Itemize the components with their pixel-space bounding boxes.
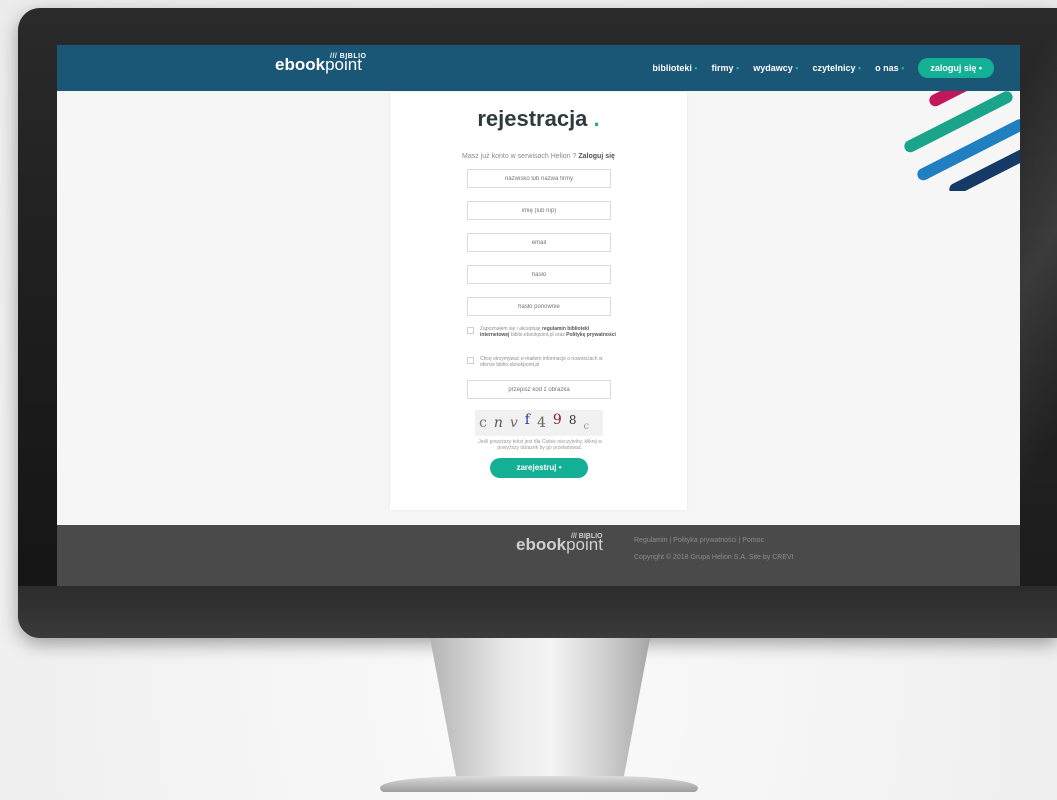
captcha-note: Jeśli powyższy tekst jest dla Ciebie nie… [478, 439, 602, 451]
firstname-input[interactable] [467, 201, 611, 220]
footer-logo[interactable]: /// BIBLIO ebookpoint [516, 533, 603, 555]
main-nav: biblioteki • firmy • wydawcy • czytelnic… [652, 57, 994, 79]
footer: /// BIBLIO ebookpoint Regulamin | Polity… [57, 525, 1020, 586]
email-input[interactable] [467, 233, 611, 252]
login-link[interactable]: Zaloguj się [578, 153, 615, 160]
captcha-input[interactable] [467, 380, 611, 399]
ebookpoint-logo[interactable]: /// BIBLIO ebookpoint [275, 53, 366, 75]
login-button[interactable]: zaloguj się • [918, 58, 994, 78]
registration-card: rejestracja . Masz już konto w serwisach… [390, 92, 687, 510]
footer-links[interactable]: Regulamin | Polityka prywatności | Pomoc [634, 537, 764, 544]
nav-item-biblioteki[interactable]: biblioteki • [652, 63, 697, 73]
stripe-teal [902, 91, 1015, 155]
existing-account-text: Masz już konto w serwisach Helion ? Zalo… [462, 153, 615, 160]
nav-item-firmy[interactable]: firmy • [712, 63, 740, 73]
logo-bold-text: ebook [275, 55, 326, 74]
screen: /// BIBLIO ebookpoint biblioteki • firmy… [57, 45, 1020, 586]
nav-item-czytelnicy[interactable]: czytelnicy • [812, 63, 861, 73]
newsletter-consent-row: Chcę otrzymywać e-mailem informacje o no… [467, 356, 617, 368]
terms-checkbox[interactable] [467, 327, 474, 334]
footer-copyright: Copyright © 2018 Grupa Helion S.A. Site … [634, 554, 794, 561]
stripe-blue [915, 117, 1020, 183]
newsletter-consent-text: Chcę otrzymywać e-mailem informacje o no… [480, 356, 603, 368]
privacy-link[interactable]: Politykę prywatności [566, 332, 616, 338]
monitor-stand-base [380, 776, 698, 792]
page-title: rejestracja . [477, 106, 600, 131]
surname-input[interactable] [467, 169, 611, 188]
newsletter-checkbox[interactable] [467, 357, 474, 364]
footer-logo-bold-text: ebook [516, 535, 567, 554]
monitor-chin [18, 586, 1057, 638]
register-button[interactable]: zarejestruj • [490, 458, 588, 478]
password-input[interactable] [467, 265, 611, 284]
footer-logo-biblio-text: /// BIBLIO [571, 533, 603, 540]
top-navigation-bar: /// BIBLIO ebookpoint biblioteki • firmy… [57, 45, 1020, 91]
logo-biblio-text: /// BIBLIO [330, 53, 367, 60]
decorative-stripes [890, 91, 1020, 191]
nav-item-wydawcy[interactable]: wydawcy • [753, 63, 798, 73]
terms-consent-row: Zapoznałem się i akceptuję regulamin bib… [467, 326, 617, 338]
monitor-stand [430, 638, 650, 778]
password-repeat-input[interactable] [467, 297, 611, 316]
terms-consent-text: Zapoznałem się i akceptuję regulamin bib… [480, 326, 616, 338]
nav-item-o-nas[interactable]: o nas • [875, 63, 904, 73]
captcha-image[interactable]: c n v f 4 9 8 c [475, 410, 603, 436]
